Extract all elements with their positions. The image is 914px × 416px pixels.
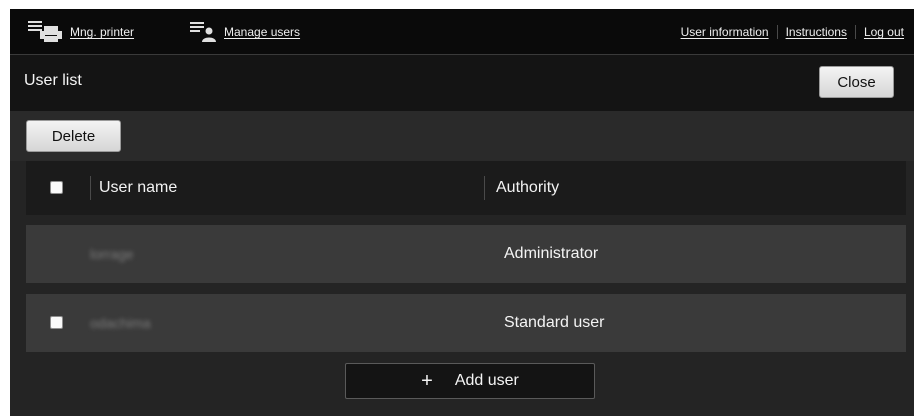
add-user-button[interactable]: + Add user xyxy=(345,363,595,399)
add-user-label: Add user xyxy=(454,372,519,389)
user-information-link[interactable]: User information xyxy=(673,25,777,39)
column-header-authority[interactable]: Authority xyxy=(496,179,559,197)
user-table-header: User name Authority xyxy=(26,161,906,215)
row-checkbox[interactable] xyxy=(50,316,63,329)
page-header: User list Close xyxy=(10,55,914,111)
mng-printer-label: Mng. printer xyxy=(70,25,135,39)
manage-users-link[interactable]: Manage users xyxy=(190,9,300,55)
column-divider xyxy=(90,176,91,200)
top-right-links: User information Instructions Log out xyxy=(673,9,912,55)
authority-cell: Standard user xyxy=(504,314,605,331)
instructions-link[interactable]: Instructions xyxy=(776,25,855,39)
mng-printer-link[interactable]: Mng. printer xyxy=(28,9,134,55)
user-name-cell: lorrage xyxy=(90,246,134,262)
toolbar: Delete xyxy=(10,111,914,161)
table-row[interactable]: odachima Standard user xyxy=(26,294,906,352)
plus-icon: + xyxy=(421,370,433,392)
top-navigation-bar: Mng. printer Manage users User informati… xyxy=(10,9,914,55)
table-row[interactable]: lorrage Administrator xyxy=(26,225,906,283)
select-all-checkbox[interactable] xyxy=(50,181,63,194)
app-frame: Mng. printer Manage users User informati… xyxy=(10,9,914,416)
manage-users-label: Manage users xyxy=(224,25,301,39)
column-header-user-name[interactable]: User name xyxy=(99,179,177,197)
delete-button[interactable]: Delete xyxy=(26,120,121,152)
user-name-cell: odachima xyxy=(90,315,151,331)
page-title: User list xyxy=(24,72,82,89)
column-divider xyxy=(484,176,485,200)
manage-users-icon xyxy=(190,20,216,45)
authority-cell: Administrator xyxy=(504,245,599,262)
close-button[interactable]: Close xyxy=(819,66,894,98)
log-out-link[interactable]: Log out xyxy=(854,25,912,39)
printer-icon xyxy=(28,20,62,45)
